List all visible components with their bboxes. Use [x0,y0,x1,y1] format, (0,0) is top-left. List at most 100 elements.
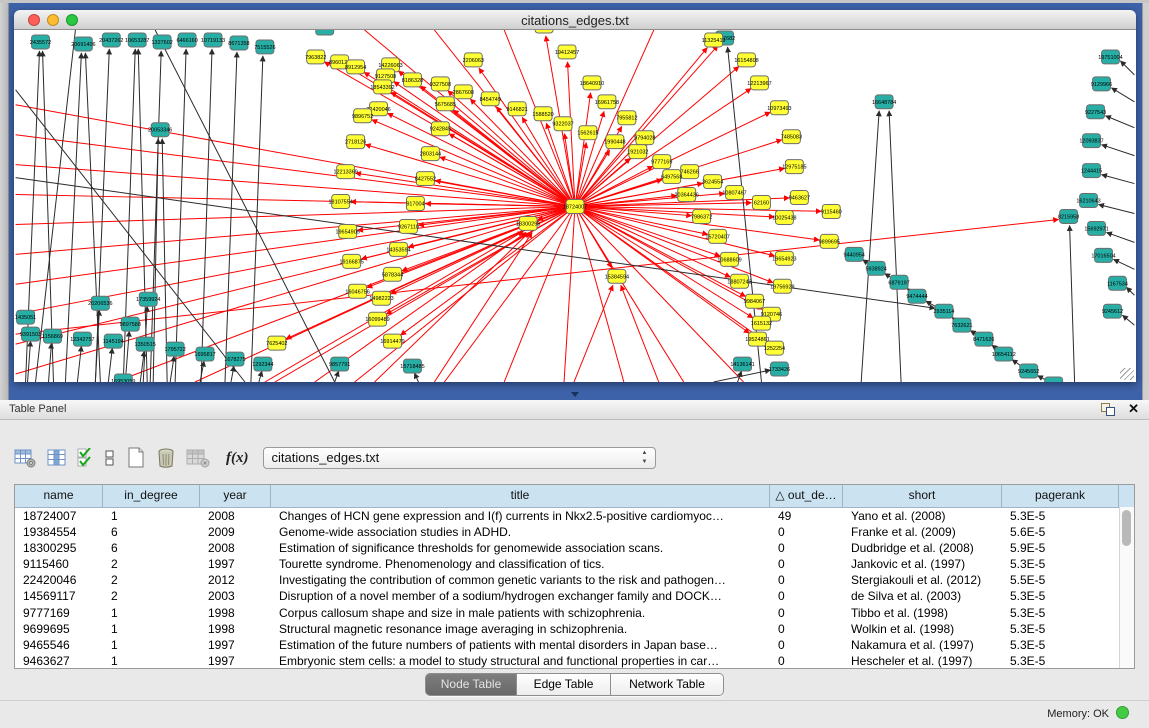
table-row[interactable]: 969969511998Structural magnetic resonanc… [15,621,1134,637]
graph-node[interactable]: 9857791 [329,357,350,371]
graph-node[interactable]: 9242845 [430,122,451,136]
graph-node[interactable]: 917004 [406,197,424,211]
table-cell[interactable]: 1997 [200,556,271,572]
table-cell[interactable]: Nakamura et al. (1997) [843,637,1002,653]
network-canvas[interactable]: 2435572206914062043726210653287132760264… [14,30,1136,382]
select-rows-icon[interactable] [77,448,94,468]
table-cell[interactable]: Structural magnetic resonance image aver… [271,621,770,637]
table-cell[interactable]: 49 [770,508,843,524]
graph-node[interactable]: 16953059 [111,374,135,382]
close-panel-icon[interactable]: ✕ [1128,401,1139,417]
table-cell[interactable]: Hescheler et al. (1997) [843,653,1002,669]
graph-node[interactable]: 746266 [681,165,699,179]
graph-node[interactable]: 9322037 [552,117,573,131]
scrollbar-thumb[interactable] [1122,510,1131,546]
graph-node[interactable]: 2935114 [934,304,955,318]
tab-network-table[interactable]: Network Table [611,674,723,695]
graph-node[interactable]: 12213369 [333,165,357,179]
split-pane-handle-icon[interactable] [571,392,579,397]
graph-node[interactable]: 19654923 [772,251,796,265]
graph-node[interactable]: 2435572 [30,35,51,49]
graph-node[interactable]: 12093837 [1079,134,1103,148]
table-row[interactable]: 1938455462009Genome-wide association stu… [15,524,1134,540]
graph-node[interactable]: 9896752 [352,109,373,123]
graph-node[interactable]: 14136141 [730,357,754,371]
graph-node[interactable]: 11325419 [702,33,726,47]
graph-node[interactable]: 16648784 [872,95,896,109]
graph-node[interactable]: 19756928 [770,279,794,293]
table-cell[interactable]: 0 [770,588,843,604]
table-cell[interactable]: 14569117 [15,588,103,604]
table-row[interactable]: 1830029562008Estimation of significance … [15,540,1134,556]
table-cell[interactable]: 1998 [200,621,271,637]
graph-node[interactable]: 9984067 [744,294,765,308]
table-cell[interactable]: Tibbo et al. (1998) [843,605,1002,621]
graph-node[interactable]: 18107554 [328,195,352,209]
column-header-in_degree[interactable]: in_degree [103,485,200,507]
graph-node[interactable]: 15720407 [705,229,729,243]
table-cell[interactable]: 0 [770,621,843,637]
table-cell[interactable]: 5.3E-5 [1002,556,1119,572]
network-window-titlebar[interactable]: citations_edges.txt [14,10,1136,30]
table-cell[interactable]: 19384554 [15,524,103,540]
table-cell[interactable]: 2 [103,572,200,588]
table-cell[interactable]: 1997 [200,653,271,669]
table-cell[interactable]: 0 [770,556,843,572]
graph-node[interactable]: 18300295 [516,216,540,230]
table-row[interactable]: 911546021997Tourette syndrome. Phenomeno… [15,556,1134,572]
graph-node[interactable]: 9146821 [507,102,528,116]
graph-node[interactable]: 21975104 [313,30,337,35]
graph-node[interactable]: 6879197 [888,275,909,289]
graph-node[interactable]: 5938924 [865,261,886,275]
graph-node[interactable]: 1990448 [604,135,625,149]
table-select-dropdown[interactable]: citations_edges.txt ▲▼ [263,447,656,469]
graph-node[interactable]: 9245682 [1043,377,1064,382]
graph-node[interactable]: 16046756 [345,284,369,298]
column-header-title[interactable]: title [271,485,770,507]
table-cell[interactable]: 2003 [200,588,271,604]
table-cell[interactable]: 9465546 [15,637,103,653]
graph-node[interactable]: 7515526 [254,40,275,54]
graph-node[interactable]: 1921032 [627,145,648,159]
graph-node[interactable]: 19412457 [555,45,579,59]
table-cell[interactable]: 9115460 [15,556,103,572]
graph-node[interactable]: 20437262 [99,33,123,47]
table-cell[interactable]: 1 [103,621,200,637]
window-resize-grip[interactable] [1120,368,1134,380]
graph-node[interactable]: 5675685 [435,97,456,111]
column-header-year[interactable]: year [200,485,271,507]
function-builder-icon[interactable]: f(x) [226,450,249,467]
graph-node[interactable]: 62160 [752,196,770,210]
delete-rows-trash-icon[interactable] [156,447,176,469]
graph-node[interactable]: 1327602 [152,35,173,49]
column-header-name[interactable]: name [15,485,103,507]
table-cell[interactable]: 5.3E-5 [1002,653,1119,669]
table-cell[interactable]: Estimation of the future numbers of pati… [271,637,770,653]
table-cell[interactable]: Jankovic et al. (1997) [843,556,1002,572]
graph-node[interactable]: 18640910 [580,76,604,90]
graph-node[interactable]: 14982223 [369,291,393,305]
graph-node[interactable]: 1678275 [224,352,245,366]
table-cell[interactable]: 5.6E-5 [1002,524,1119,540]
column-header-short[interactable]: short [843,485,1002,507]
graph-node[interactable]: 12213967 [747,76,771,90]
network-view[interactable]: 2435572206914062043726210653287132760264… [14,30,1136,382]
graph-node[interactable]: 16154808 [734,53,758,67]
graph-node[interactable]: 9463627 [789,191,810,205]
graph-node[interactable]: 12342757 [70,332,94,346]
table-cell[interactable]: Franke et al. (2009) [843,524,1002,540]
table-cell[interactable]: 0 [770,540,843,556]
graph-node[interactable]: 1733426 [769,362,790,376]
graph-node[interactable]: 18807243 [727,274,751,288]
graph-node[interactable]: 1435051 [15,310,36,324]
graph-node[interactable]: 17016504 [1091,248,1115,262]
graph-node[interactable]: 17359924 [136,292,160,306]
table-row[interactable]: 2242004622012Investigating the contribut… [15,572,1134,588]
graph-node[interactable]: 9897588 [120,317,141,331]
graph-node[interactable]: 19654905 [335,224,359,238]
graph-node[interactable]: 9899695 [819,234,840,248]
graph-node[interactable]: 7963822 [305,50,326,64]
graph-node[interactable]: 8186328 [402,73,423,87]
table-row[interactable]: 946554611997Estimation of the future num… [15,637,1134,653]
table-cell[interactable]: 6 [103,540,200,556]
